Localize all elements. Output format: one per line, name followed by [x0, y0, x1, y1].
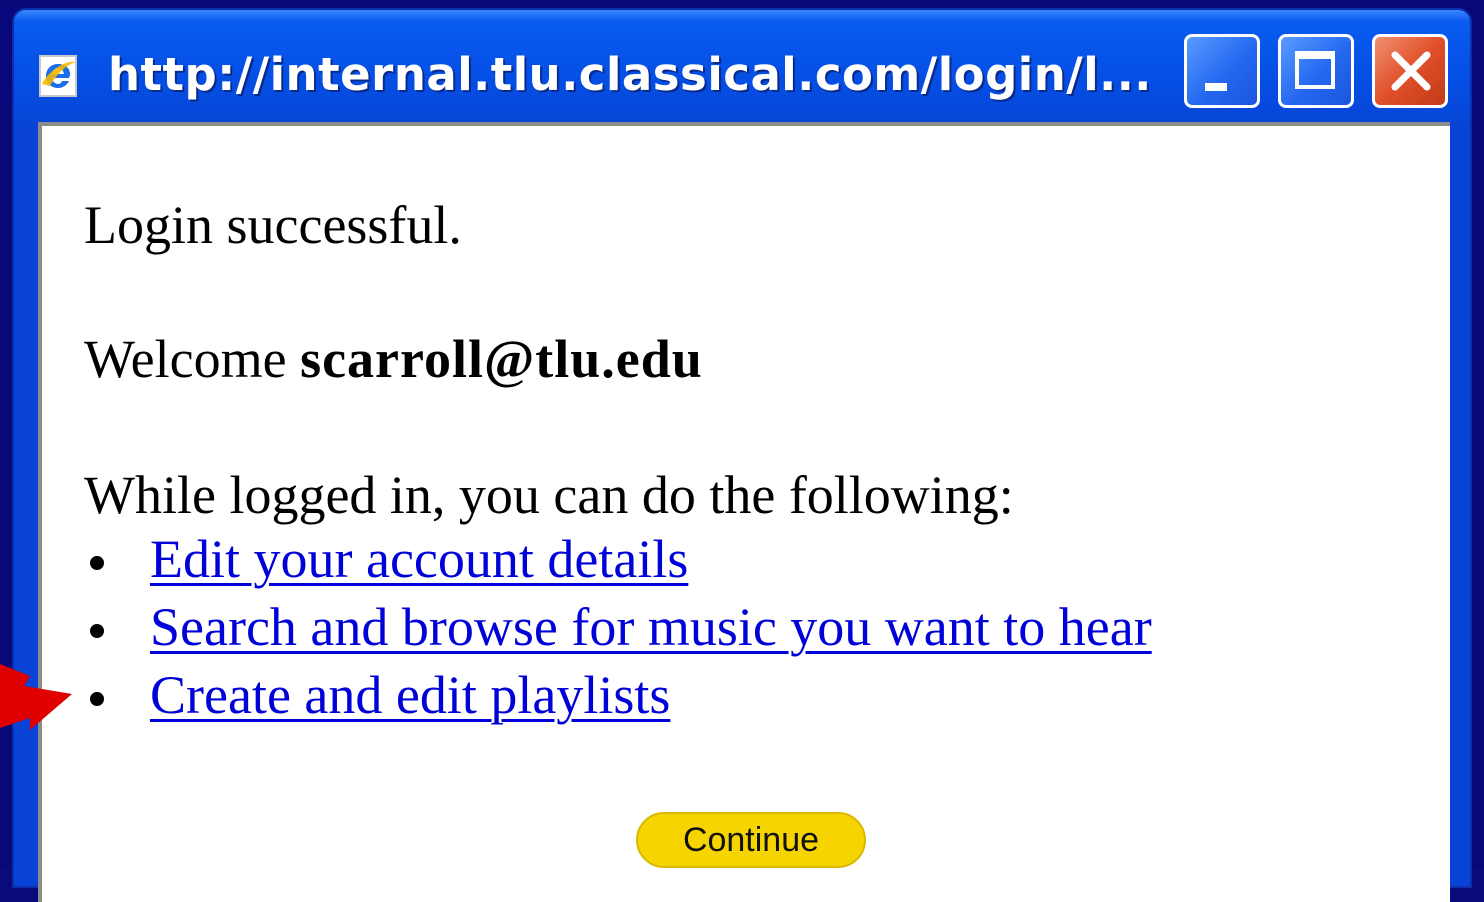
- search-music-link[interactable]: Search and browse for music you want to …: [150, 596, 1152, 658]
- close-icon: [1391, 51, 1431, 91]
- red-arrow-pointer-icon: [0, 664, 72, 730]
- minimize-button[interactable]: [1184, 34, 1260, 108]
- page-content: Login successful. Welcome scarroll@tlu.e…: [38, 122, 1450, 902]
- continue-button[interactable]: Continue: [636, 812, 866, 868]
- title-bar[interactable]: http://internal.tlu.classical.com/login/…: [14, 10, 1470, 122]
- minimize-icon: [1205, 83, 1227, 91]
- close-button[interactable]: [1372, 34, 1448, 108]
- actions-intro-text: While logged in, you can do the followin…: [84, 465, 1014, 525]
- bullet-icon: [90, 624, 104, 638]
- welcome-prefix: Welcome: [84, 329, 301, 389]
- bullet-icon: [90, 692, 104, 706]
- maximize-button[interactable]: [1278, 34, 1354, 108]
- edit-account-link[interactable]: Edit your account details: [150, 528, 688, 590]
- welcome-line: Welcome scarroll@tlu.edu: [84, 328, 703, 390]
- bullet-icon: [90, 556, 104, 570]
- playlists-link[interactable]: Create and edit playlists: [150, 664, 670, 726]
- browser-popup-window: http://internal.tlu.classical.com/login/…: [12, 8, 1472, 902]
- maximize-icon: [1295, 51, 1335, 89]
- window-title: http://internal.tlu.classical.com/login/…: [108, 48, 1152, 101]
- login-status-text: Login successful.: [84, 195, 462, 255]
- username: scarroll@tlu.edu: [300, 329, 703, 389]
- internet-explorer-icon: [39, 55, 77, 97]
